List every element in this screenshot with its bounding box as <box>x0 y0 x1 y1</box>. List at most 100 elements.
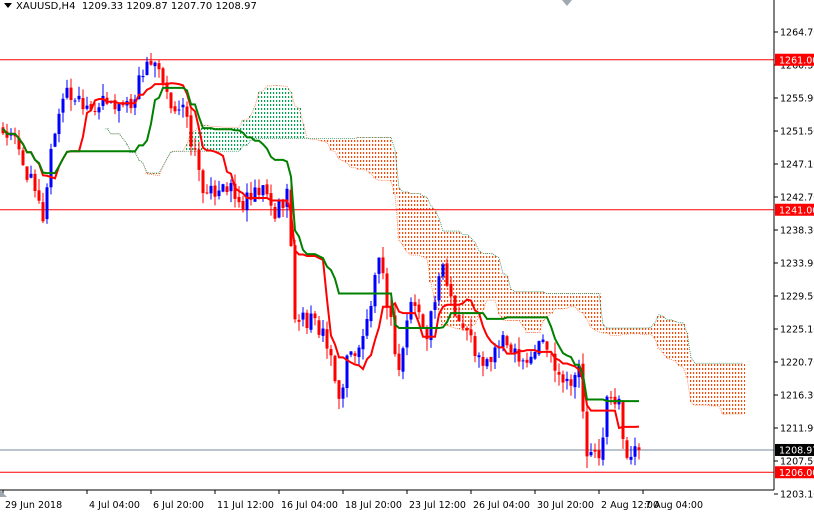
candle-body <box>385 273 389 308</box>
symbol-label: XAUUSD,H4 <box>16 1 76 12</box>
candle <box>261 185 265 202</box>
cloud-segment <box>545 293 549 318</box>
candle-body <box>81 98 85 110</box>
cloud-segment <box>413 193 417 256</box>
candle-body <box>145 61 149 75</box>
candle <box>69 78 73 111</box>
price-tick-label: 1247.10 <box>780 160 814 171</box>
candle-body <box>457 314 461 322</box>
cloud-segment <box>505 275 509 321</box>
cloud-segment <box>673 321 677 362</box>
candle <box>33 169 37 198</box>
candle <box>101 83 105 111</box>
candle-body <box>77 95 81 100</box>
cloud-segment <box>709 363 713 406</box>
candle-body <box>505 336 509 346</box>
cloud-segment <box>585 293 589 320</box>
cloud-segment <box>741 363 745 414</box>
cloud-segment <box>581 293 585 314</box>
candle <box>53 132 57 148</box>
candle-body <box>177 109 181 111</box>
candle <box>257 179 261 200</box>
candle-body <box>237 196 241 203</box>
candle-body <box>41 202 45 222</box>
candle-body <box>637 447 641 450</box>
candle-body <box>417 304 421 313</box>
cloud-segment <box>125 144 129 145</box>
chart-window[interactable]: 1264.701260.301255.901251.501247.101242.… <box>0 0 814 514</box>
candle <box>185 101 189 128</box>
cloud-segment <box>433 209 437 303</box>
cloud-segment <box>417 193 421 256</box>
candle <box>633 437 637 466</box>
price-axis: 1264.701260.301255.901251.501247.101242.… <box>0 0 814 514</box>
chart-title: XAUUSD,H4 1209.33 1209.87 1207.70 1208.9… <box>2 1 257 12</box>
candle-body <box>609 397 613 399</box>
candle <box>321 319 325 342</box>
cloud-segment <box>425 197 429 260</box>
candle <box>613 388 617 409</box>
cloud-segment <box>577 293 581 312</box>
cloud-segment <box>221 127 225 152</box>
candle-body <box>401 348 405 372</box>
candle <box>309 305 313 333</box>
current-price-label: 1208.97 <box>779 445 814 456</box>
candle-body <box>469 329 473 336</box>
candle <box>489 356 493 372</box>
cloud-segment <box>321 138 325 142</box>
candle <box>353 351 357 364</box>
price-tick-label: 1203.10 <box>780 490 814 501</box>
candle <box>597 438 601 466</box>
candle-body <box>157 63 161 70</box>
candle-body <box>445 263 449 286</box>
candle <box>477 352 481 368</box>
candle-body <box>625 440 629 458</box>
candle-body <box>277 201 281 218</box>
candle <box>585 400 589 468</box>
cloud-segment <box>345 138 349 164</box>
candle-body <box>501 335 505 348</box>
cloud-segment <box>337 138 341 160</box>
cloud-segment <box>589 293 593 328</box>
candle <box>617 395 621 410</box>
candle <box>217 180 221 200</box>
candle-body <box>529 356 533 364</box>
candle <box>249 182 253 206</box>
candle <box>225 182 229 196</box>
candle-body <box>569 379 573 386</box>
candle-body <box>593 449 597 452</box>
candle-body <box>117 103 121 111</box>
price-tick-label: 1238.30 <box>780 226 814 237</box>
price-chart[interactable]: 1264.701260.301255.901251.501247.101242.… <box>0 0 814 514</box>
candle-body <box>45 187 49 220</box>
candle <box>465 326 469 341</box>
candle <box>405 312 409 356</box>
dropdown-triangle-icon[interactable] <box>4 3 12 8</box>
cloud-segment <box>693 363 697 406</box>
candle <box>49 143 53 195</box>
ohlc-open: 1209.33 <box>81 1 124 12</box>
candle-body <box>489 356 493 363</box>
candle-body <box>421 314 425 328</box>
time-tick-label: 16 Jul 04:00 <box>281 500 338 511</box>
candle <box>505 334 509 349</box>
candle <box>209 177 213 200</box>
price-tick-label: 1225.10 <box>780 325 814 336</box>
candle-body <box>629 456 633 460</box>
candle-body <box>437 276 441 301</box>
candle-body <box>601 437 605 460</box>
candle-body <box>525 359 529 363</box>
candle-body <box>213 185 217 197</box>
cloud-segment <box>573 293 577 307</box>
candle-body <box>313 313 317 319</box>
cloud-segment <box>401 191 405 246</box>
candle <box>297 314 301 331</box>
cloud-segment <box>137 159 141 161</box>
cloud-segment <box>289 92 293 139</box>
candle-body <box>265 184 269 195</box>
ohlc-low: 1207.70 <box>170 1 213 12</box>
time-tick-label: 23 Jul 12:00 <box>409 500 466 511</box>
ohlc-close: 1208.97 <box>215 1 257 12</box>
candle-body <box>185 106 189 117</box>
candle <box>153 61 157 78</box>
